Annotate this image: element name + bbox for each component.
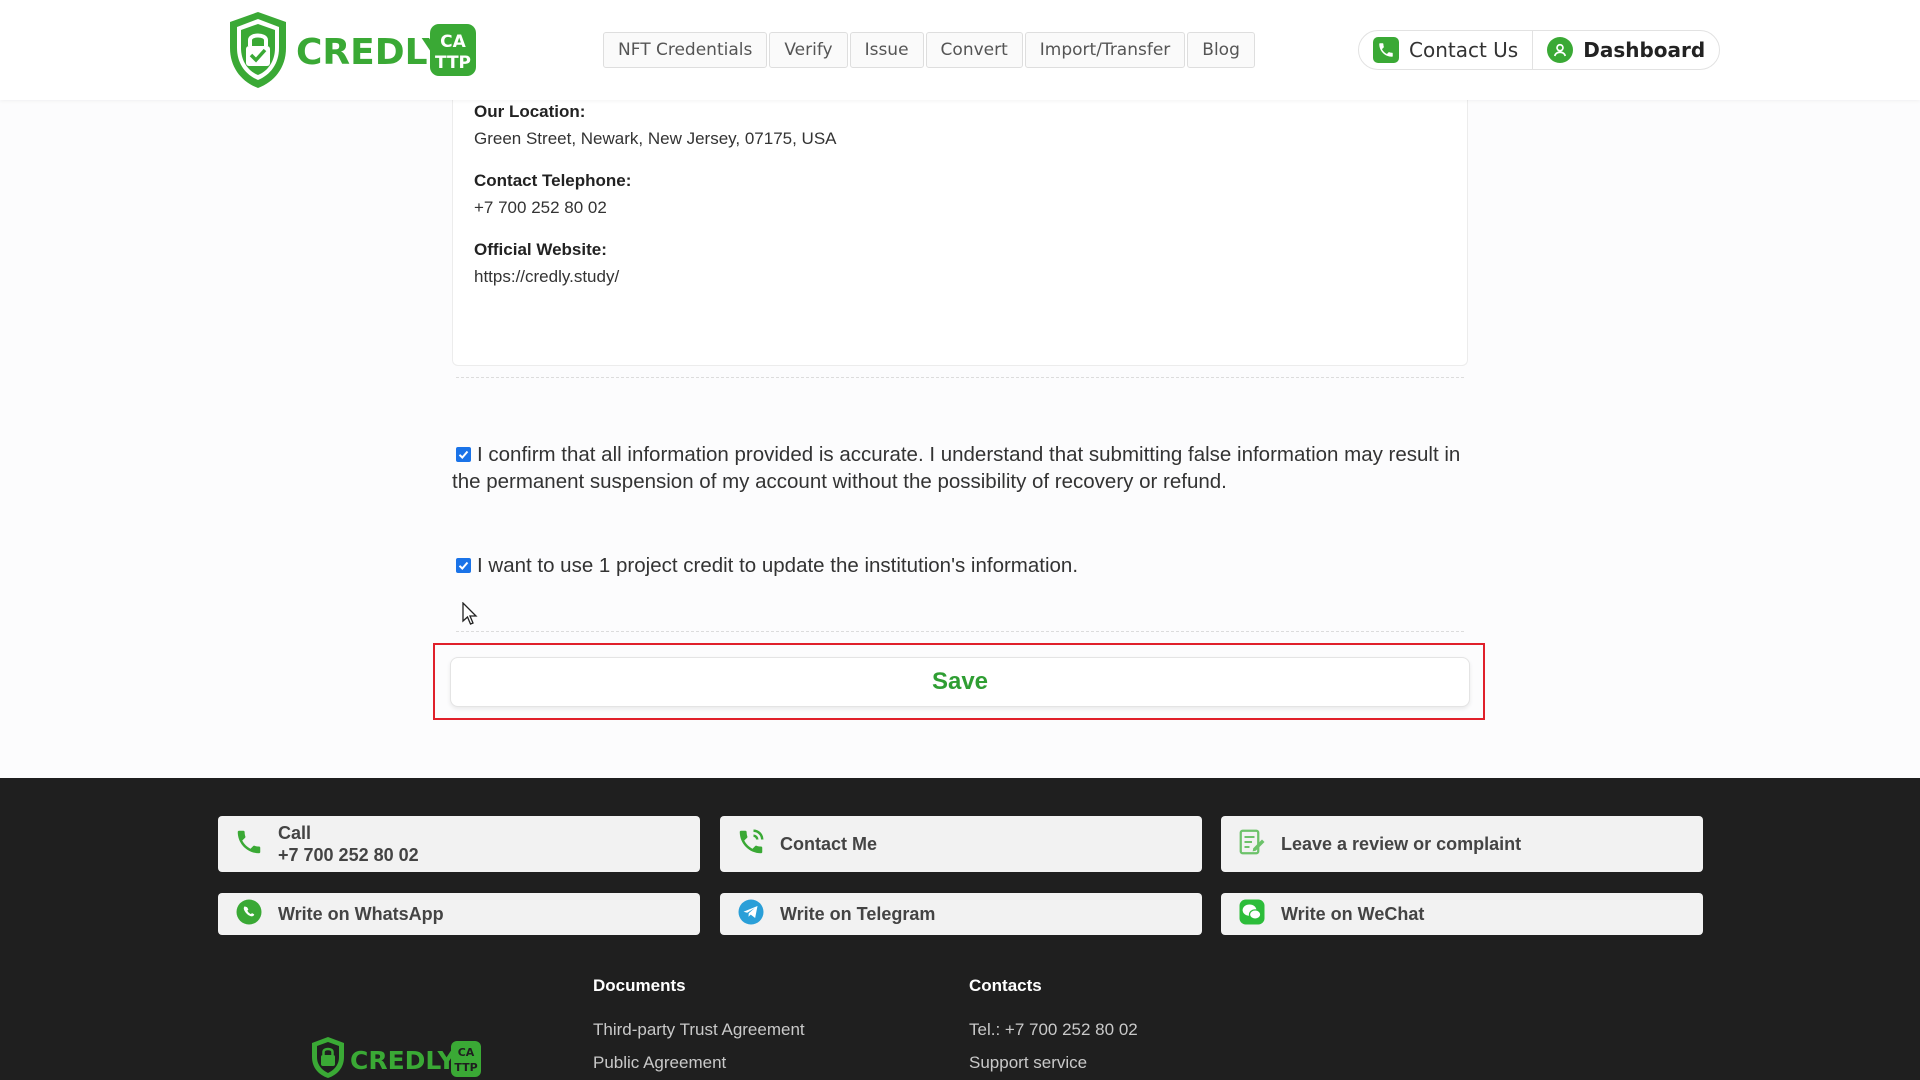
wechat-icon xyxy=(1237,897,1267,932)
nav-nft-credentials[interactable]: NFT Credentials xyxy=(603,32,768,68)
dashboard-label: Dashboard xyxy=(1583,38,1706,62)
telegram-button[interactable]: Write on Telegram xyxy=(720,893,1202,935)
footer-credly-logo[interactable]: CREDLY CA TTP xyxy=(308,1035,484,1080)
main-nav: NFT Credentials Verify Issue Convert Imp… xyxy=(603,32,1255,68)
accuracy-confirmation: I confirm that all information provided … xyxy=(452,441,1468,495)
contacts-title: Contacts xyxy=(969,976,1042,995)
review-label: Leave a review or complaint xyxy=(1281,833,1522,854)
trust-agreement-link[interactable]: Third-party Trust Agreement xyxy=(593,1020,805,1040)
footer-telephone[interactable]: Tel.: +7 700 252 80 02 xyxy=(969,1020,1138,1040)
nav-blog[interactable]: Blog xyxy=(1187,32,1255,68)
location-block: Our Location: Green Street, Newark, New … xyxy=(474,102,837,149)
accuracy-text: I confirm that all information provided … xyxy=(452,443,1461,493)
nav-import-transfer[interactable]: Import/Transfer xyxy=(1024,32,1186,68)
dashboard-button[interactable]: Dashboard xyxy=(1532,31,1719,69)
review-button[interactable]: Leave a review or complaint xyxy=(1221,816,1703,872)
nav-issue[interactable]: Issue xyxy=(849,32,924,68)
contact-us-label: Contact Us xyxy=(1409,38,1519,62)
call-button[interactable]: Call +7 700 252 80 02 xyxy=(218,816,700,872)
header-actions: Contact Us Dashboard xyxy=(1358,30,1721,70)
contact-me-button[interactable]: Contact Me xyxy=(720,816,1202,872)
user-icon xyxy=(1547,37,1574,63)
footer-logo-badge-top: CA xyxy=(458,1046,475,1059)
support-service-link[interactable]: Support service xyxy=(969,1053,1087,1073)
nav-convert[interactable]: Convert xyxy=(925,32,1023,68)
footer-logo-text: CREDLY xyxy=(350,1046,456,1075)
phone-icon xyxy=(234,827,264,862)
website-value[interactable]: https://credly.study/ xyxy=(474,267,619,287)
contact-me-label: Contact Me xyxy=(780,833,878,854)
site-header: CREDLY CA TTP NFT Credentials Verify Iss… xyxy=(0,0,1920,100)
mouse-cursor-icon xyxy=(462,601,478,630)
phone-icon xyxy=(1373,37,1399,63)
call-number: +7 700 252 80 02 xyxy=(278,845,419,865)
divider xyxy=(456,631,1464,632)
telephone-value: +7 700 252 80 02 xyxy=(474,198,607,217)
nav-verify[interactable]: Verify xyxy=(769,32,848,68)
call-label: Call xyxy=(278,823,312,843)
logo-badge-bottom: TTP xyxy=(435,53,471,73)
footer-logo-badge-bottom: TTP xyxy=(454,1061,477,1074)
location-value: Green Street, Newark, New Jersey, 07175,… xyxy=(474,129,837,148)
location-label: Our Location: xyxy=(474,102,586,121)
documents-title: Documents xyxy=(593,976,686,995)
whatsapp-button[interactable]: Write on WhatsApp xyxy=(218,893,700,935)
public-agreement-link[interactable]: Public Agreement xyxy=(593,1053,726,1073)
credly-logo[interactable]: CREDLY CA TTP xyxy=(224,8,484,92)
accuracy-checkbox[interactable] xyxy=(456,447,471,462)
whatsapp-icon xyxy=(234,897,264,932)
website-label: Official Website: xyxy=(474,240,607,259)
credit-confirmation: I want to use 1 project credit to update… xyxy=(452,552,1468,579)
telephone-block: Contact Telephone: +7 700 252 80 02 xyxy=(474,171,631,218)
credit-checkbox[interactable] xyxy=(456,558,471,573)
credit-text: I want to use 1 project credit to update… xyxy=(477,554,1079,577)
save-button[interactable]: Save xyxy=(450,657,1470,707)
divider xyxy=(456,377,1464,378)
contact-us-button[interactable]: Contact Us xyxy=(1359,31,1532,69)
website-block: Official Website: https://credly.study/ xyxy=(474,240,619,287)
phone-ringing-icon xyxy=(736,827,766,862)
telephone-label: Contact Telephone: xyxy=(474,171,632,190)
logo-text: CREDLY xyxy=(296,32,449,73)
wechat-label: Write on WeChat xyxy=(1281,903,1425,924)
edit-document-icon xyxy=(1237,827,1267,862)
telegram-icon xyxy=(736,897,766,932)
whatsapp-label: Write on WhatsApp xyxy=(278,903,444,924)
institution-info-card: Our Location: Green Street, Newark, New … xyxy=(452,92,1468,366)
logo-badge-top: CA xyxy=(440,32,466,52)
telegram-label: Write on Telegram xyxy=(780,903,936,924)
wechat-button[interactable]: Write on WeChat xyxy=(1221,893,1703,935)
